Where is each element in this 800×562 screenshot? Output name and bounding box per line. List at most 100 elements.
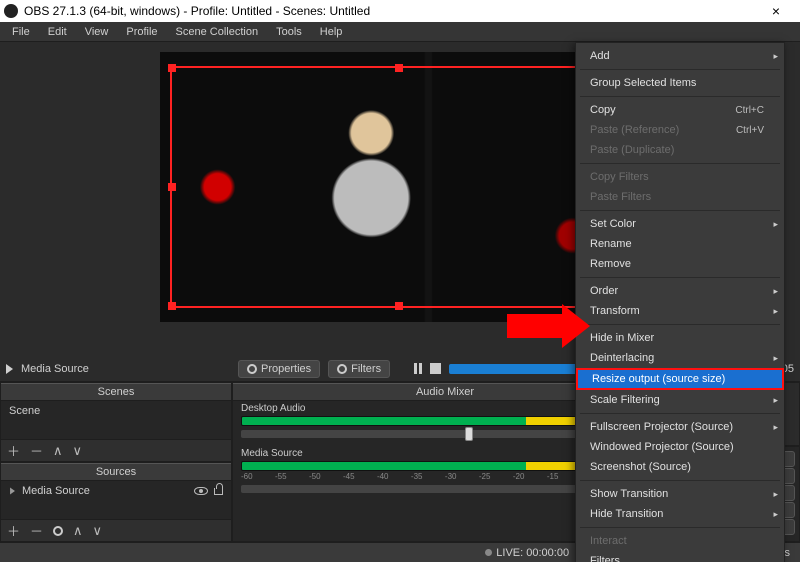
menu-separator — [580, 163, 780, 164]
selection-box[interactable] — [170, 66, 628, 308]
menu-item-label: Resize output (source size) — [592, 373, 725, 385]
source-controls-row: Media Source — [0, 356, 232, 382]
context-menu-item[interactable]: Remove — [576, 254, 784, 274]
dot-icon — [485, 549, 492, 556]
app-icon — [4, 4, 18, 18]
context-menu-item: Interact — [576, 531, 784, 551]
menu-shortcut: Ctrl+V — [736, 125, 764, 136]
menu-profile[interactable]: Profile — [118, 24, 165, 40]
menu-item-label: Show Transition — [590, 488, 668, 500]
context-menu-item[interactable]: Windowed Projector (Source) — [576, 437, 784, 457]
context-menu-item[interactable]: Hide in Mixer — [576, 328, 784, 348]
add-icon[interactable]: ＋ — [7, 521, 20, 540]
lock-icon[interactable] — [214, 488, 223, 495]
menu-separator — [580, 69, 780, 70]
context-menu-item: Paste Filters — [576, 187, 784, 207]
menu-separator — [580, 480, 780, 481]
remove-icon[interactable]: － — [30, 441, 43, 460]
resize-handle[interactable] — [395, 64, 403, 72]
context-menu-item[interactable]: Hide Transition — [576, 504, 784, 524]
sources-panel-title: Sources — [1, 463, 231, 481]
channel-name: Media Source — [241, 448, 303, 459]
menu-item-label: Copy Filters — [590, 171, 649, 183]
menu-item-label: Hide Transition — [590, 508, 663, 520]
properties-button[interactable]: Properties — [238, 360, 320, 378]
remove-icon[interactable]: － — [30, 521, 43, 540]
context-menu-item[interactable]: Transform — [576, 301, 784, 321]
annotation-arrow-icon — [507, 314, 562, 338]
context-menu-item: Paste (Reference) Ctrl+V — [576, 120, 784, 140]
status-live: LIVE: 00:00:00 — [485, 547, 569, 559]
context-menu-item[interactable]: Copy Ctrl+C — [576, 100, 784, 120]
menu-item-label: Set Color — [590, 218, 636, 230]
preview-canvas[interactable] — [160, 52, 640, 322]
resize-handle[interactable] — [168, 183, 176, 191]
menu-item-label: Fullscreen Projector (Source) — [590, 421, 733, 433]
context-menu-item[interactable]: Set Color — [576, 214, 784, 234]
scene-name: Scene — [9, 405, 40, 417]
down-icon[interactable]: ∨ — [93, 523, 103, 539]
add-icon[interactable]: ＋ — [7, 441, 20, 460]
context-menu-item[interactable]: Fullscreen Projector (Source) — [576, 417, 784, 437]
context-menu-item[interactable]: Resize output (source size) — [576, 368, 784, 390]
menu-item-label: Interact — [590, 535, 627, 547]
context-menu-item[interactable]: Screenshot (Source) — [576, 457, 784, 477]
menu-item-label: Group Selected Items — [590, 77, 696, 89]
resize-handle[interactable] — [395, 302, 403, 310]
filters-button[interactable]: Filters — [328, 360, 390, 378]
menu-file[interactable]: File — [4, 24, 38, 40]
menu-item-label: Filters — [590, 555, 620, 562]
context-menu-item[interactable]: Show Transition — [576, 484, 784, 504]
stop-button[interactable] — [430, 363, 441, 374]
window-title: OBS 27.1.3 (64-bit, windows) - Profile: … — [24, 4, 370, 18]
source-item[interactable]: Media Source — [1, 481, 231, 501]
button-label: Properties — [261, 363, 311, 375]
scenes-panel-title: Scenes — [1, 383, 231, 401]
up-icon[interactable]: ∧ — [53, 443, 63, 459]
menu-item-label: Scale Filtering — [590, 394, 660, 406]
context-menu: Add Group Selected Items Copy Ctrl+C Paste (… — [575, 42, 785, 562]
gear-icon — [247, 364, 257, 374]
context-menu-item[interactable]: Group Selected Items — [576, 73, 784, 93]
down-icon[interactable]: ∨ — [73, 443, 83, 459]
scenes-toolbar: ＋ － ∧ ∨ — [1, 439, 231, 461]
slider-thumb[interactable] — [465, 427, 473, 441]
gear-icon[interactable] — [53, 526, 63, 536]
menu-item-label: Add — [590, 50, 610, 62]
close-icon[interactable]: × — [756, 3, 796, 19]
context-menu-item[interactable]: Add — [576, 46, 784, 66]
menu-scene-collection[interactable]: Scene Collection — [168, 24, 267, 40]
menu-edit[interactable]: Edit — [40, 24, 75, 40]
menu-item-label: Paste (Reference) — [590, 124, 679, 136]
menu-item-label: Deinterlacing — [590, 352, 654, 364]
menu-item-label: Remove — [590, 258, 631, 270]
context-menu-item: Copy Filters — [576, 167, 784, 187]
pause-button[interactable] — [414, 363, 422, 374]
menu-tools[interactable]: Tools — [268, 24, 310, 40]
menu-item-label: Copy — [590, 104, 616, 116]
menu-item-label: Screenshot (Source) — [590, 461, 691, 473]
menu-item-label: Transform — [590, 305, 640, 317]
menubar: File Edit View Profile Scene Collection … — [0, 22, 800, 42]
menu-separator — [580, 527, 780, 528]
context-menu-item[interactable]: Filters — [576, 551, 784, 562]
menu-view[interactable]: View — [77, 24, 117, 40]
sources-toolbar: ＋ － ∧ ∨ — [1, 519, 231, 541]
scene-item[interactable]: Scene — [1, 401, 231, 421]
menu-item-label: Rename — [590, 238, 632, 250]
context-menu-item[interactable]: Deinterlacing — [576, 348, 784, 368]
context-menu-item[interactable]: Scale Filtering — [576, 390, 784, 410]
context-menu-item[interactable]: Rename — [576, 234, 784, 254]
context-menu-item[interactable]: Order — [576, 281, 784, 301]
menu-help[interactable]: Help — [312, 24, 351, 40]
eye-icon[interactable] — [194, 487, 208, 495]
resize-handle[interactable] — [168, 302, 176, 310]
play-icon — [6, 364, 13, 374]
menu-shortcut: Ctrl+C — [735, 105, 764, 116]
menu-separator — [580, 324, 780, 325]
up-icon[interactable]: ∧ — [73, 523, 83, 539]
menu-item-label: Windowed Projector (Source) — [590, 441, 734, 453]
menu-item-label: Paste (Duplicate) — [590, 144, 674, 156]
resize-handle[interactable] — [168, 64, 176, 72]
menu-separator — [580, 96, 780, 97]
